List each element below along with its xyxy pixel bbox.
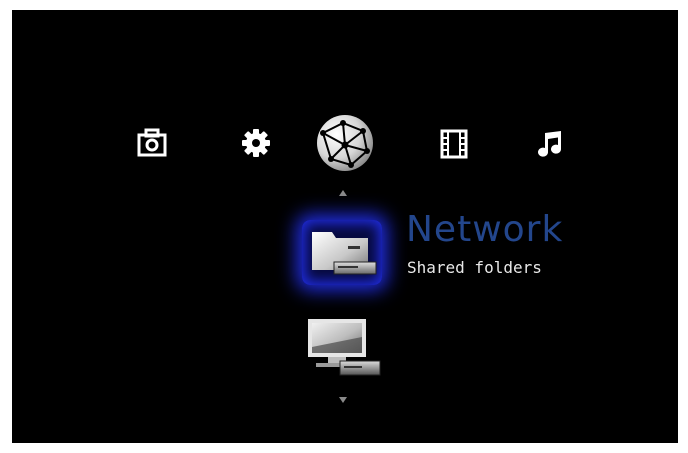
- category-network[interactable]: [314, 112, 376, 174]
- scroll-up-arrow-icon[interactable]: [339, 190, 347, 196]
- camera-icon: [137, 128, 167, 157]
- item-subtitle: Shared folders: [407, 258, 542, 277]
- media-player-screen: Network Shared folders: [12, 10, 678, 443]
- item-title: Network: [406, 209, 564, 250]
- scroll-down-arrow-icon[interactable]: [339, 397, 347, 403]
- category-settings[interactable]: [239, 126, 273, 160]
- network-folder-icon: [312, 232, 377, 275]
- selected-item-icon: [308, 224, 380, 282]
- category-photo[interactable]: [135, 126, 169, 160]
- music-note-icon: [538, 131, 562, 157]
- list-item-next[interactable]: [306, 317, 384, 379]
- category-music[interactable]: [534, 127, 566, 161]
- film-icon: [440, 129, 468, 159]
- network-computer-icon: [308, 319, 381, 376]
- category-video[interactable]: [438, 127, 470, 161]
- globe-icon: [317, 115, 373, 171]
- gear-icon: [242, 129, 270, 157]
